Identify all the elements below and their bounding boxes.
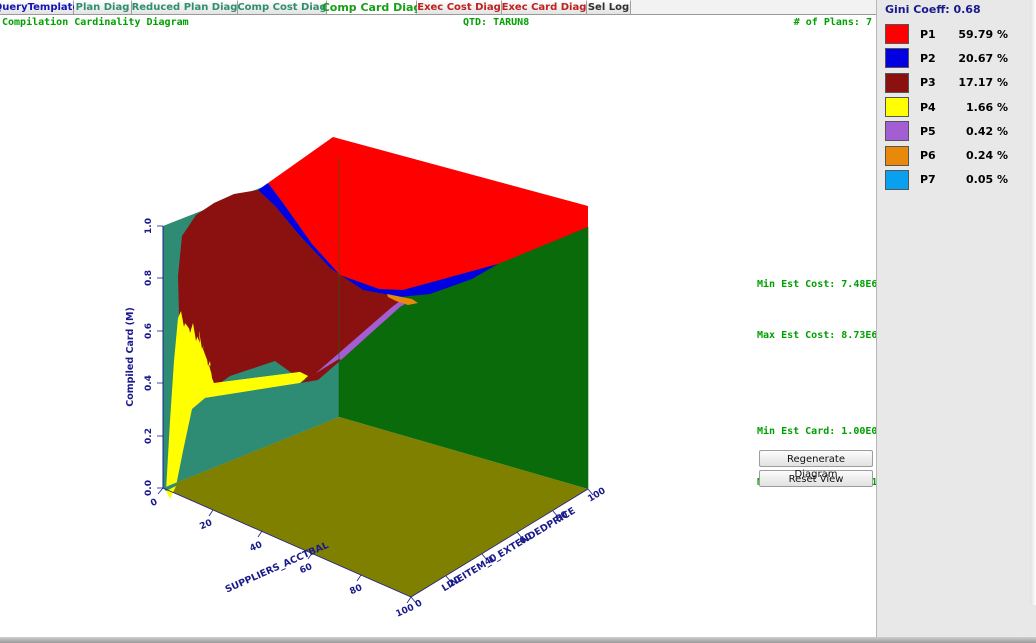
legend-plan-name: P2: [920, 52, 946, 65]
legend-row: P220.67 %: [885, 46, 1025, 70]
diagram-canvas[interactable]: 0.0 0.2 0.4 0.6 0.8 1.0 Compiled Card (M…: [0, 31, 876, 631]
legend-plan-percent: 0.24 %: [946, 149, 1008, 162]
x-tick-2: 40: [248, 540, 264, 554]
legend-row: P50.42 %: [885, 119, 1025, 143]
tab-exec-cost-diag[interactable]: Exec Cost Diag: [417, 0, 502, 14]
action-buttons: Regenerate Diagram Reset View: [759, 450, 873, 490]
plan-count-label: # of Plans: 7: [794, 17, 872, 28]
tab-querytemplate[interactable]: QueryTemplate: [0, 0, 74, 14]
legend-row: P41.66 %: [885, 95, 1025, 119]
x-tick-3: 60: [298, 562, 314, 576]
x-tick-0: 0: [149, 497, 159, 509]
legend-edge-shade: [1030, 0, 1036, 605]
tab-reduced-plan-diag[interactable]: Reduced Plan Diag: [132, 0, 238, 14]
y-tick-0: 0.0: [144, 480, 154, 496]
y-tick-5: 1.0: [144, 218, 154, 234]
tab-exec-card-diag[interactable]: Exec Card Diag: [502, 0, 587, 14]
legend-plan-name: P6: [920, 149, 946, 162]
x-tick-1: 20: [198, 518, 214, 532]
x-tick-5: 100: [395, 603, 416, 620]
legend-plan-percent: 0.05 %: [946, 173, 1008, 186]
legend-color-swatch: [885, 24, 909, 44]
y-axis: 0.0 0.2 0.4 0.6 0.8 1.0 Compiled Card (M…: [125, 218, 163, 496]
legend-plan-percent: 17.17 %: [946, 76, 1008, 89]
legend-row: P70.05 %: [885, 168, 1025, 192]
legend-plan-name: P5: [920, 125, 946, 138]
window-bottom-shadow: [0, 637, 1036, 643]
legend-color-swatch: [885, 121, 909, 141]
legend-color-swatch: [885, 170, 909, 190]
legend-plan-percent: 1.66 %: [946, 101, 1008, 114]
legend-plan-name: P7: [920, 173, 946, 186]
legend-row: P60.24 %: [885, 143, 1025, 167]
max-est-cost: Max Est Cost: 8.73E6: [757, 327, 876, 344]
min-est-cost: Min Est Cost: 7.48E6: [757, 276, 876, 293]
legend-color-swatch: [885, 146, 909, 166]
legend-plan-percent: 0.42 %: [946, 125, 1008, 138]
legend-plan-percent: 20.67 %: [946, 52, 1008, 65]
header-strip: Compilation Cardinality Diagram QTD: TAR…: [0, 15, 876, 31]
z-tick-5: 100: [586, 486, 607, 504]
cardinality-surface-plot[interactable]: 0.0 0.2 0.4 0.6 0.8 1.0 Compiled Card (M…: [0, 31, 876, 631]
y-axis-label: Compiled Card (M): [125, 307, 136, 407]
page-title: Compilation Cardinality Diagram: [2, 17, 189, 28]
x-tick-4: 80: [348, 583, 364, 597]
legend-plan-name: P1: [920, 28, 946, 41]
tab-bar: QueryTemplatePlan DiagReduced Plan DiagC…: [0, 0, 876, 15]
min-est-card: Min Est Card: 1.00E0: [757, 423, 876, 440]
plan-legend-list: P159.79 %P220.67 %P317.17 %P41.66 %P50.4…: [885, 22, 1025, 192]
legend-plan-percent: 59.79 %: [946, 28, 1008, 41]
legend-row: P159.79 %: [885, 22, 1025, 46]
z-tick-0: 0: [414, 598, 425, 610]
stats-spacer: [757, 378, 876, 389]
legend-color-swatch: [885, 97, 909, 117]
regenerate-diagram-button[interactable]: Regenerate Diagram: [759, 450, 873, 467]
tab-plan-diag[interactable]: Plan Diag: [74, 0, 132, 14]
legend-plan-name: P4: [920, 101, 946, 114]
x-axis-label: SUPPLIERS_ACCTBAL: [224, 540, 331, 596]
y-tick-4: 0.8: [144, 270, 154, 286]
qtd-label: QTD: TARUN8: [463, 17, 529, 28]
gini-coefficient-label: Gini Coeff: 0.68: [885, 3, 981, 16]
y-tick-1: 0.2: [144, 428, 154, 444]
y-tick-2: 0.4: [144, 375, 154, 391]
reset-view-button[interactable]: Reset View: [759, 470, 873, 487]
legend-panel: Gini Coeff: 0.68 P159.79 %P220.67 %P317.…: [876, 0, 1036, 643]
y-tick-3: 0.6: [144, 323, 154, 339]
tab-sel-log[interactable]: Sel Log: [587, 0, 631, 14]
tab-comp-cost-diag[interactable]: Comp Cost Diag: [238, 0, 327, 14]
legend-color-swatch: [885, 73, 909, 93]
legend-color-swatch: [885, 48, 909, 68]
tab-comp-card-diag[interactable]: Comp Card Diag: [327, 0, 417, 14]
legend-row: P317.17 %: [885, 71, 1025, 95]
legend-plan-name: P3: [920, 76, 946, 89]
